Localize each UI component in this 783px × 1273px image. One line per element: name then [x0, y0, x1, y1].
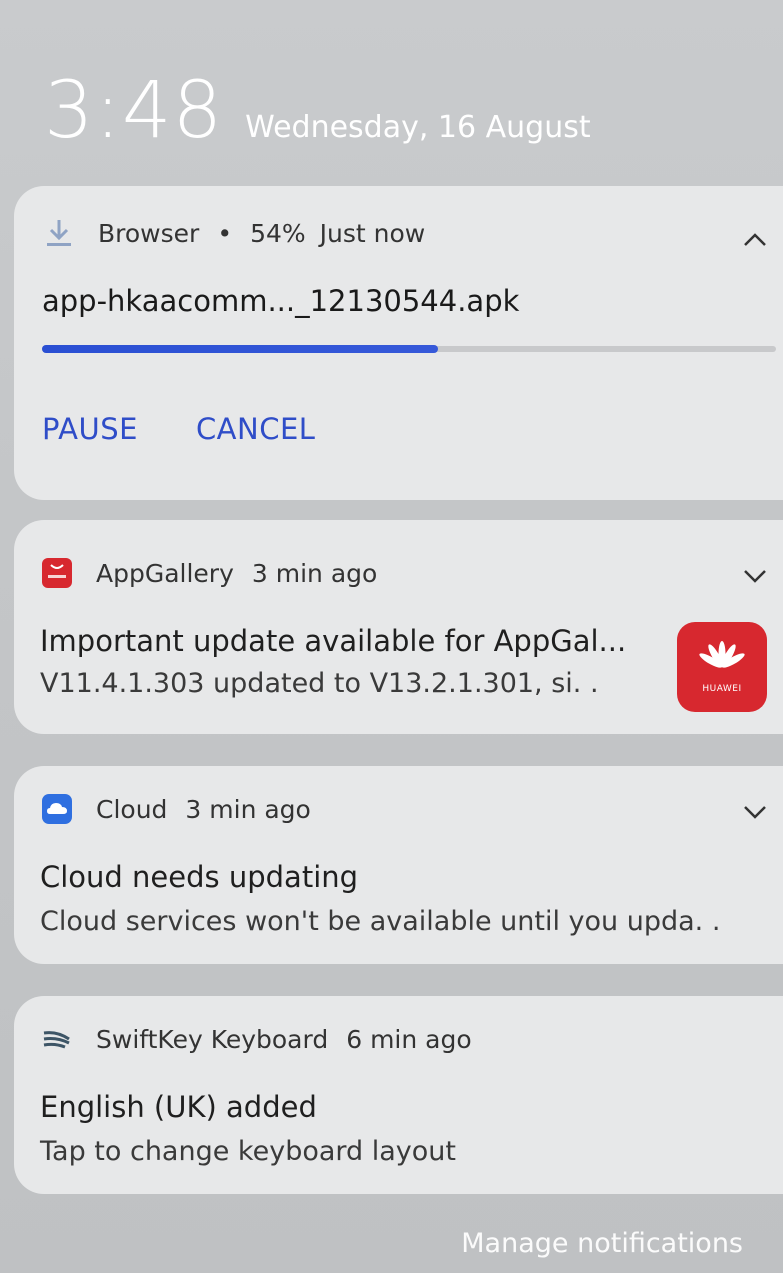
download-percent: 54%	[250, 218, 306, 248]
chevron-down-icon[interactable]	[741, 562, 769, 590]
download-progress-fill	[42, 345, 439, 353]
huawei-logo-icon: HUAWEI	[677, 622, 767, 712]
chevron-down-icon[interactable]	[741, 798, 769, 826]
notification-title: English (UK) added	[40, 1090, 317, 1124]
app-name: AppGallery	[96, 558, 234, 588]
notification-time: 3 min ago	[185, 794, 311, 824]
appgallery-icon	[40, 556, 74, 590]
clock-time: 3:48	[44, 66, 224, 156]
notification-header: SwiftKey Keyboard 6 min ago	[40, 1022, 783, 1056]
notification-cloud[interactable]: Cloud 3 min ago Cloud needs updating Clo…	[14, 766, 783, 964]
notification-time: Just now	[319, 218, 426, 248]
clock-date: Wednesday, 16 August	[245, 110, 591, 145]
download-file-name: app-hkaacomm..._12130544.apk	[42, 284, 520, 318]
chevron-up-icon[interactable]	[741, 226, 769, 254]
notification-header: Browser • 54% Just now	[42, 216, 783, 250]
notification-body: Cloud services won't be available until …	[40, 906, 721, 937]
app-name: SwiftKey Keyboard	[96, 1024, 329, 1054]
notification-time: 3 min ago	[251, 558, 378, 588]
download-progress-bar	[42, 345, 776, 353]
notification-swiftkey[interactable]: SwiftKey Keyboard 6 min ago English (UK)…	[14, 996, 783, 1194]
notification-header: AppGallery 3 min ago	[40, 556, 783, 590]
cloud-icon	[40, 792, 74, 826]
huawei-brand-text: HUAWEI	[702, 684, 742, 694]
separator-dot: •	[217, 218, 233, 248]
notification-header: Cloud 3 min ago	[40, 792, 783, 826]
notification-appgallery[interactable]: AppGallery 3 min ago Important update av…	[14, 520, 783, 734]
notification-body: Tap to change keyboard layout	[40, 1136, 456, 1167]
app-name: Cloud	[96, 794, 168, 824]
notification-body: V11.4.1.303 updated to V13.2.1.301, si. …	[40, 668, 599, 699]
notification-title: Important update available for AppGal...	[40, 624, 627, 658]
swiftkey-icon	[40, 1022, 74, 1056]
notification-actions: PAUSE CANCEL	[42, 412, 783, 446]
download-icon	[42, 216, 76, 250]
notification-time: 6 min ago	[346, 1024, 472, 1054]
pause-button[interactable]: PAUSE	[42, 412, 138, 446]
notification-title: Cloud needs updating	[40, 860, 359, 894]
app-name: Browser	[98, 218, 200, 248]
cancel-button[interactable]: CANCEL	[196, 412, 316, 446]
lockscreen-clock-area: 3:48 Wednesday, 16 August	[44, 72, 591, 150]
manage-notifications-button[interactable]: Manage notifications	[461, 1228, 743, 1259]
notification-browser-download[interactable]: Browser • 54% Just now app-hkaacomm..._1…	[14, 186, 783, 500]
